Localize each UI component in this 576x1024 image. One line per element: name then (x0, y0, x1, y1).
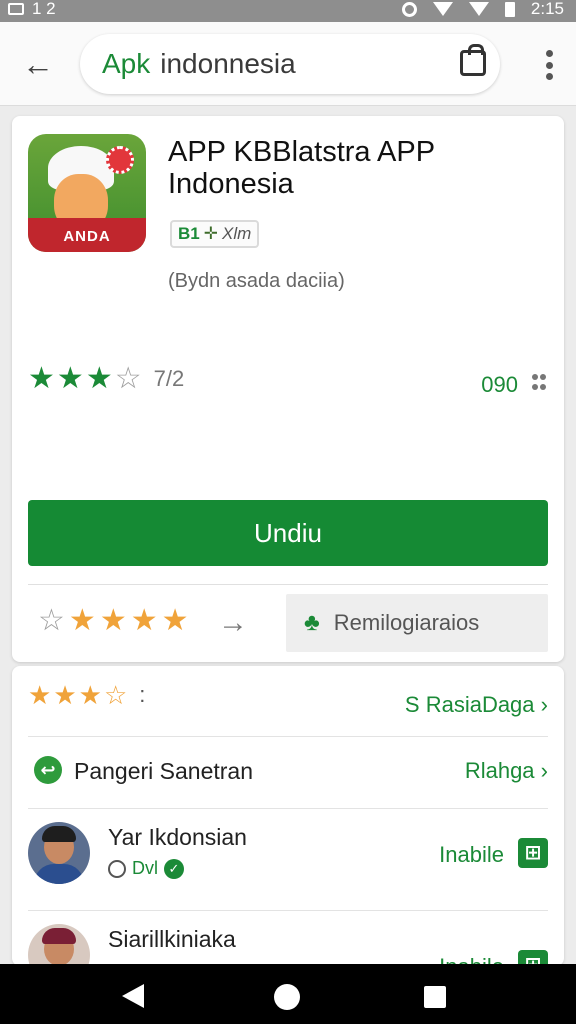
status-time: 2:15 (530, 0, 564, 18)
star-icon: ★ (85, 362, 113, 395)
star-icon[interactable]: ★ (131, 606, 158, 636)
divider (28, 584, 548, 585)
verified-check-icon: ✓ (164, 858, 184, 879)
developer-subtitle: Dvl ✓ (108, 858, 184, 879)
developer-open-link[interactable]: Inabile (439, 842, 504, 868)
arrow-left-icon: ← (22, 45, 54, 82)
developer-name: Siarillkiniaka (108, 926, 236, 952)
star-half-icon: ☆ (114, 362, 142, 395)
badge-plus-icon: ✛ (203, 224, 218, 243)
navigation-bar (0, 964, 576, 1024)
star-icon[interactable]: ★ (69, 606, 96, 636)
similar-link[interactable]: Rlahga › (465, 758, 548, 784)
star-icon: ★ (28, 362, 55, 395)
open-app-icon[interactable]: ⊞ (518, 838, 548, 868)
wishlist-label: Remilogiaraios (333, 610, 480, 635)
badge-mark: B1 (178, 224, 200, 243)
star-icon: ★ (78, 680, 102, 710)
details-card: ★ ★ ★ ☆ : S RasiaDaga › ↩ Pangeri Sanetr… (12, 666, 564, 966)
star-icon: ★ (56, 362, 84, 395)
app-icon-band: ANDA (28, 218, 146, 252)
star-icon[interactable]: ★ (100, 606, 127, 636)
flower-icon (106, 146, 134, 174)
star-outline-icon: ☆ (38, 604, 65, 637)
chat-icon: ↩ (34, 756, 62, 784)
developer-name: Yar Ikdonsian (108, 824, 247, 850)
search-query: indonnesia (160, 48, 296, 79)
download-size: 090 (481, 372, 518, 397)
search-brand: Apk (102, 48, 151, 79)
wifi-icon (432, 2, 453, 16)
install-button[interactable]: Undiu (28, 500, 548, 566)
signal-icon (468, 2, 489, 16)
app-card: ANDA APP KBBlatstra APP Indonesia B1 ✛ X… (12, 116, 564, 662)
developer-row[interactable]: Siarillkiniaka Inabile ⊞ (28, 924, 548, 966)
status-bar: 1 2 2:15 (0, 0, 576, 22)
nav-recents-icon[interactable] (424, 986, 446, 1008)
back-button[interactable]: ← (18, 46, 58, 82)
battery-icon (504, 1, 515, 17)
reviews-link[interactable]: S RasiaDaga › (405, 692, 548, 718)
status-left-text: 1 2 (32, 0, 56, 18)
bookmark-add-icon: ♣ (304, 609, 320, 636)
star-icon: ★ (53, 680, 77, 710)
similar-label: Pangeri Sanetran (74, 758, 254, 784)
search-header: ← Apk indonnesia (0, 22, 576, 106)
developer-row[interactable]: Yar Ikdonsian Dvl ✓ Inabile ⊞ (28, 822, 548, 902)
divider (28, 910, 548, 911)
colon-mark: : (139, 682, 146, 707)
rating-count: 7/2 (153, 366, 185, 391)
app-title: APP KBBlatstra APP Indonesia (168, 136, 435, 200)
rating-summary: ★ ★ ★ ☆ 7/2 (28, 364, 184, 394)
nav-home-icon[interactable] (274, 984, 300, 1010)
content-rating-badge: B1 ✛ Xlm (170, 220, 260, 248)
app-subtitle: (Bydn asada daciia) (168, 270, 345, 292)
wishlist-button[interactable]: ♣ Remilogiaraios (286, 594, 548, 652)
avatar (28, 924, 90, 966)
badge-text: Xlm (221, 224, 252, 243)
install-label: Undiu (254, 517, 322, 548)
reviews-row[interactable]: ★ ★ ★ ☆ : S RasiaDaga › (28, 680, 548, 734)
star-half-icon: ☆ (103, 680, 128, 710)
alarm-icon (401, 1, 417, 17)
divider (28, 736, 548, 737)
clock-icon (108, 859, 126, 878)
star-icon[interactable]: ★ (162, 606, 189, 636)
shopping-bag-icon[interactable] (460, 44, 486, 76)
app-icon[interactable]: ANDA (28, 134, 146, 252)
more-vert-icon[interactable] (546, 50, 554, 80)
avatar (28, 822, 90, 884)
divider (28, 808, 548, 809)
search-input[interactable]: Apk indonnesia (80, 34, 500, 94)
rate-this-app[interactable]: ☆ ★ ★ ★ ★ (38, 606, 189, 636)
more-dots-icon[interactable] (532, 374, 546, 394)
star-icon: ★ (28, 680, 52, 710)
nav-back-icon[interactable] (122, 984, 144, 1008)
similar-row[interactable]: ↩ Pangeri Sanetran Rlahga › (28, 750, 548, 804)
arrow-right-icon[interactable]: → (218, 606, 248, 640)
image-icon (8, 3, 24, 15)
